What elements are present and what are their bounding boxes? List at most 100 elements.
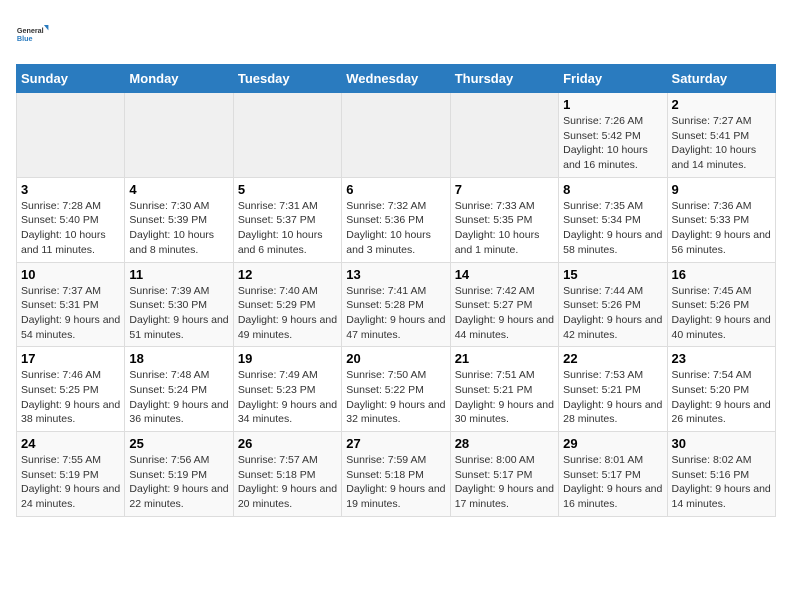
logo-icon: GeneralBlue [16,16,52,52]
day-number: 7 [455,182,554,197]
day-info: Sunrise: 8:01 AM Sunset: 5:17 PM Dayligh… [563,453,662,512]
page-header: GeneralBlue [16,16,776,52]
day-number: 14 [455,267,554,282]
day-number: 5 [238,182,337,197]
day-number: 13 [346,267,445,282]
day-info: Sunrise: 7:49 AM Sunset: 5:23 PM Dayligh… [238,368,337,427]
calendar-cell: 10 Sunrise: 7:37 AM Sunset: 5:31 PM Dayli… [17,262,125,347]
calendar-cell: 27 Sunrise: 7:59 AM Sunset: 5:18 PM Dayli… [342,432,450,517]
day-info: Sunrise: 7:30 AM Sunset: 5:39 PM Dayligh… [129,199,228,258]
day-info: Sunrise: 7:42 AM Sunset: 5:27 PM Dayligh… [455,284,554,343]
calendar-cell [125,93,233,178]
day-info: Sunrise: 7:35 AM Sunset: 5:34 PM Dayligh… [563,199,662,258]
calendar-cell: 14 Sunrise: 7:42 AM Sunset: 5:27 PM Dayli… [450,262,558,347]
day-number: 16 [672,267,771,282]
day-info: Sunrise: 7:39 AM Sunset: 5:30 PM Dayligh… [129,284,228,343]
day-number: 11 [129,267,228,282]
day-number: 2 [672,97,771,112]
day-info: Sunrise: 7:31 AM Sunset: 5:37 PM Dayligh… [238,199,337,258]
week-row-3: 17 Sunrise: 7:46 AM Sunset: 5:25 PM Dayli… [17,347,776,432]
calendar-cell: 5 Sunrise: 7:31 AM Sunset: 5:37 PM Daylig… [233,177,341,262]
calendar-cell: 23 Sunrise: 7:54 AM Sunset: 5:20 PM Dayli… [667,347,775,432]
day-number: 18 [129,351,228,366]
calendar-cell: 22Sunrise: 7:53 AM Sunset: 5:21 PM Dayli… [559,347,667,432]
day-info: Sunrise: 7:32 AM Sunset: 5:36 PM Dayligh… [346,199,445,258]
day-number: 1 [563,97,662,112]
header-thursday: Thursday [450,65,558,93]
calendar-cell: 19 Sunrise: 7:49 AM Sunset: 5:23 PM Dayli… [233,347,341,432]
calendar-cell [17,93,125,178]
week-row-1: 3Sunrise: 7:28 AM Sunset: 5:40 PM Daylig… [17,177,776,262]
calendar-cell: 4 Sunrise: 7:30 AM Sunset: 5:39 PM Daylig… [125,177,233,262]
calendar-cell: 11 Sunrise: 7:39 AM Sunset: 5:30 PM Dayli… [125,262,233,347]
day-number: 27 [346,436,445,451]
week-row-4: 24 Sunrise: 7:55 AM Sunset: 5:19 PM Dayli… [17,432,776,517]
day-info: Sunrise: 7:57 AM Sunset: 5:18 PM Dayligh… [238,453,337,512]
calendar-cell [450,93,558,178]
day-info: Sunrise: 7:50 AM Sunset: 5:22 PM Dayligh… [346,368,445,427]
day-info: Sunrise: 7:56 AM Sunset: 5:19 PM Dayligh… [129,453,228,512]
header-friday: Friday [559,65,667,93]
calendar-cell: 9 Sunrise: 7:36 AM Sunset: 5:33 PM Daylig… [667,177,775,262]
day-info: Sunrise: 7:48 AM Sunset: 5:24 PM Dayligh… [129,368,228,427]
day-info: Sunrise: 8:00 AM Sunset: 5:17 PM Dayligh… [455,453,554,512]
header-sunday: Sunday [17,65,125,93]
calendar-cell [342,93,450,178]
calendar-cell: 16 Sunrise: 7:45 AM Sunset: 5:26 PM Dayli… [667,262,775,347]
day-number: 22 [563,351,662,366]
calendar-cell: 28 Sunrise: 8:00 AM Sunset: 5:17 PM Dayli… [450,432,558,517]
day-number: 4 [129,182,228,197]
calendar-cell: 17 Sunrise: 7:46 AM Sunset: 5:25 PM Dayli… [17,347,125,432]
header-monday: Monday [125,65,233,93]
calendar-cell: 20 Sunrise: 7:50 AM Sunset: 5:22 PM Dayli… [342,347,450,432]
day-info: Sunrise: 7:51 AM Sunset: 5:21 PM Dayligh… [455,368,554,427]
day-number: 12 [238,267,337,282]
calendar-cell: 8Sunrise: 7:35 AM Sunset: 5:34 PM Daylig… [559,177,667,262]
day-info: Sunrise: 7:45 AM Sunset: 5:26 PM Dayligh… [672,284,771,343]
day-number: 24 [21,436,120,451]
day-number: 6 [346,182,445,197]
calendar-cell: 26Sunrise: 7:57 AM Sunset: 5:18 PM Dayli… [233,432,341,517]
calendar-cell: 15Sunrise: 7:44 AM Sunset: 5:26 PM Dayli… [559,262,667,347]
calendar-cell: 25 Sunrise: 7:56 AM Sunset: 5:19 PM Dayli… [125,432,233,517]
svg-text:Blue: Blue [17,34,33,43]
day-number: 9 [672,182,771,197]
calendar-cell: 18 Sunrise: 7:48 AM Sunset: 5:24 PM Dayli… [125,347,233,432]
day-info: Sunrise: 7:37 AM Sunset: 5:31 PM Dayligh… [21,284,120,343]
day-info: Sunrise: 7:55 AM Sunset: 5:19 PM Dayligh… [21,453,120,512]
day-number: 17 [21,351,120,366]
week-row-0: 1 Sunrise: 7:26 AM Sunset: 5:42 PM Daylig… [17,93,776,178]
day-info: Sunrise: 7:59 AM Sunset: 5:18 PM Dayligh… [346,453,445,512]
calendar-cell: 3Sunrise: 7:28 AM Sunset: 5:40 PM Daylig… [17,177,125,262]
day-number: 10 [21,267,120,282]
calendar-cell: 13Sunrise: 7:41 AM Sunset: 5:28 PM Dayli… [342,262,450,347]
day-number: 19 [238,351,337,366]
day-info: Sunrise: 7:36 AM Sunset: 5:33 PM Dayligh… [672,199,771,258]
logo: GeneralBlue [16,16,52,52]
day-number: 20 [346,351,445,366]
calendar-table: SundayMondayTuesdayWednesdayThursdayFrid… [16,64,776,517]
calendar-cell: 2Sunrise: 7:27 AM Sunset: 5:41 PM Daylig… [667,93,775,178]
calendar-header-row: SundayMondayTuesdayWednesdayThursdayFrid… [17,65,776,93]
week-row-2: 10 Sunrise: 7:37 AM Sunset: 5:31 PM Dayli… [17,262,776,347]
day-info: Sunrise: 8:02 AM Sunset: 5:16 PM Dayligh… [672,453,771,512]
day-number: 21 [455,351,554,366]
day-number: 25 [129,436,228,451]
header-wednesday: Wednesday [342,65,450,93]
header-tuesday: Tuesday [233,65,341,93]
calendar-cell: 6 Sunrise: 7:32 AM Sunset: 5:36 PM Daylig… [342,177,450,262]
calendar-cell [233,93,341,178]
day-number: 28 [455,436,554,451]
day-info: Sunrise: 7:40 AM Sunset: 5:29 PM Dayligh… [238,284,337,343]
svg-text:General: General [17,26,44,35]
calendar-cell: 7 Sunrise: 7:33 AM Sunset: 5:35 PM Daylig… [450,177,558,262]
day-number: 15 [563,267,662,282]
day-info: Sunrise: 7:26 AM Sunset: 5:42 PM Dayligh… [563,114,662,173]
day-info: Sunrise: 7:54 AM Sunset: 5:20 PM Dayligh… [672,368,771,427]
calendar-cell: 29 Sunrise: 8:01 AM Sunset: 5:17 PM Dayli… [559,432,667,517]
day-info: Sunrise: 7:33 AM Sunset: 5:35 PM Dayligh… [455,199,554,258]
day-number: 23 [672,351,771,366]
calendar-cell: 21 Sunrise: 7:51 AM Sunset: 5:21 PM Dayli… [450,347,558,432]
day-info: Sunrise: 7:46 AM Sunset: 5:25 PM Dayligh… [21,368,120,427]
day-number: 29 [563,436,662,451]
